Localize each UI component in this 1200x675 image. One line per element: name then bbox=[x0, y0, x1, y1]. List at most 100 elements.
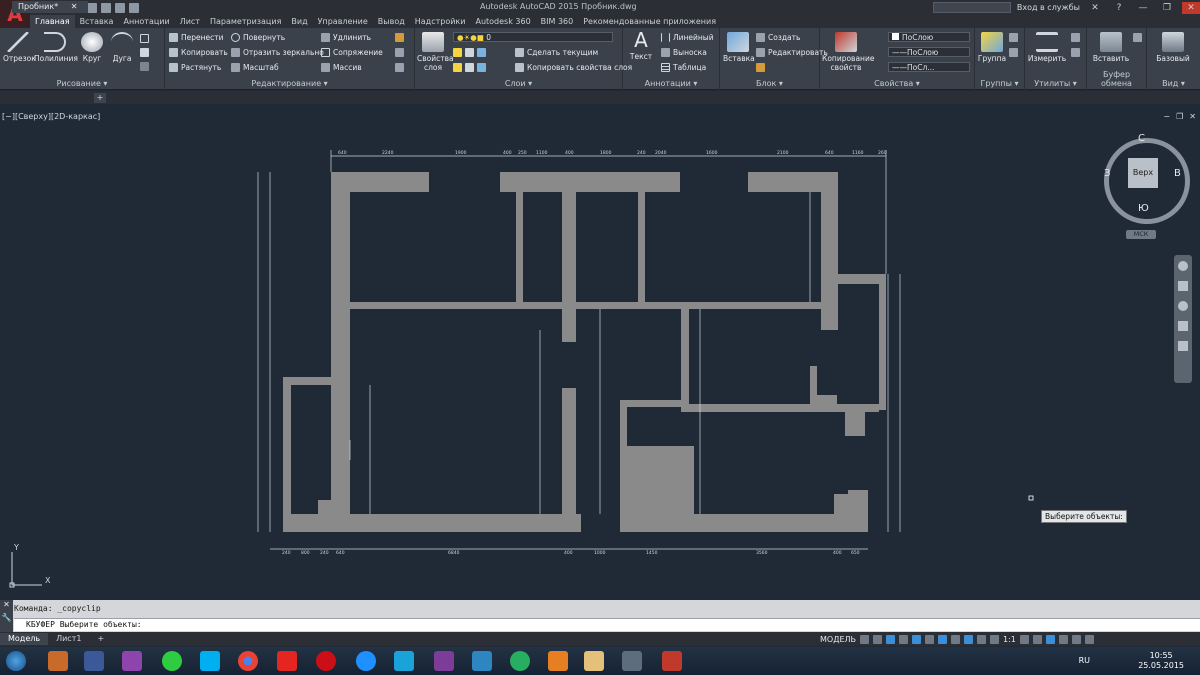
tab-6[interactable]: Управление bbox=[313, 15, 373, 28]
arc-button[interactable]: Дуга bbox=[108, 32, 136, 63]
create-block-button[interactable]: Создать bbox=[756, 33, 800, 42]
help-search-input[interactable] bbox=[932, 2, 1011, 13]
system-clock[interactable]: 10:55 25.05.2015 bbox=[1138, 651, 1184, 671]
copy-clip-icon[interactable] bbox=[1133, 33, 1142, 42]
language-indicator[interactable]: RU bbox=[1079, 656, 1090, 665]
rotate-button[interactable]: Повернуть bbox=[231, 33, 285, 42]
copy-button[interactable]: Копировать bbox=[169, 48, 228, 57]
minimize-icon[interactable]: — bbox=[1134, 2, 1152, 14]
taskbar-yandex-icon[interactable] bbox=[277, 651, 297, 671]
layer-state-icons[interactable] bbox=[453, 48, 486, 57]
insert-block-button[interactable]: Вставка bbox=[723, 32, 755, 63]
match-properties-button[interactable]: Копирование свойств bbox=[822, 32, 874, 72]
text-button[interactable]: A Текст bbox=[626, 30, 656, 61]
help-icon[interactable]: ? bbox=[1110, 2, 1128, 14]
utilities-panel-label[interactable]: Утилиты ▾ bbox=[1025, 79, 1086, 88]
lineweight-icon[interactable] bbox=[951, 634, 961, 644]
taskbar-window-icon[interactable] bbox=[622, 651, 642, 671]
tab-2[interactable]: Аннотации bbox=[118, 15, 174, 28]
boundary-icon[interactable] bbox=[140, 62, 149, 71]
layers-panel-label[interactable]: Слои ▾ bbox=[415, 79, 622, 88]
tab-layout1[interactable]: Лист1 bbox=[48, 633, 89, 645]
taskbar-autocad-icon[interactable] bbox=[662, 651, 682, 671]
ortho-icon[interactable] bbox=[886, 634, 896, 644]
polar-icon[interactable] bbox=[899, 634, 909, 644]
view-panel-label[interactable]: Вид ▾ bbox=[1147, 79, 1200, 88]
showmotion-icon[interactable] bbox=[1178, 341, 1188, 351]
new-tab-button[interactable]: + bbox=[94, 93, 106, 103]
layer-tools-icons[interactable] bbox=[453, 63, 486, 72]
array-button[interactable]: Массив bbox=[321, 63, 362, 72]
ungroup-icon[interactable] bbox=[1009, 33, 1018, 42]
tab-model[interactable]: Модель bbox=[0, 633, 49, 645]
block-attributes-icon[interactable] bbox=[756, 63, 765, 72]
restore-icon[interactable]: ❐ bbox=[1158, 2, 1176, 14]
steering-wheel-icon[interactable] bbox=[1178, 261, 1188, 271]
redo-icon[interactable] bbox=[115, 2, 125, 13]
taskbar-vs-icon[interactable] bbox=[434, 651, 454, 671]
measure-button[interactable]: Измерить bbox=[1027, 32, 1067, 63]
stretch-button[interactable]: Растянуть bbox=[169, 63, 221, 72]
command-line-input[interactable]: КБУФЕР Выберите объекты: bbox=[14, 618, 1200, 631]
workspace-gear-icon[interactable] bbox=[1019, 634, 1029, 644]
tab-7[interactable]: Вывод bbox=[373, 15, 410, 28]
tab-4[interactable]: Параметризация bbox=[205, 15, 286, 28]
scale-button[interactable]: Масштаб bbox=[231, 63, 279, 72]
move-button[interactable]: Перенести bbox=[169, 33, 224, 42]
base-view-button[interactable]: Базовый bbox=[1151, 32, 1195, 63]
paste-button[interactable]: Вставить bbox=[1091, 32, 1131, 63]
close-icon[interactable]: ✕ bbox=[1182, 1, 1200, 14]
taskbar-drive-icon[interactable] bbox=[472, 651, 492, 671]
draw-panel-label[interactable]: Рисование ▾ bbox=[0, 79, 164, 88]
osnap-icon[interactable] bbox=[912, 634, 922, 644]
signin-link[interactable]: Вход в службы bbox=[1017, 3, 1080, 12]
clipboard-panel-label[interactable]: Буфер обмена bbox=[1087, 70, 1146, 88]
command-close-icon[interactable]: ✕ bbox=[0, 600, 13, 609]
table-button[interactable]: Таблица bbox=[661, 63, 706, 72]
grid-icon[interactable] bbox=[860, 634, 870, 644]
mirror-button[interactable]: Отразить зеркально bbox=[231, 48, 324, 57]
hardware-acceleration-icon[interactable] bbox=[1058, 634, 1068, 644]
start-button-icon[interactable] bbox=[6, 651, 26, 671]
make-current-button[interactable]: Сделать текущим bbox=[515, 48, 598, 57]
trim-button[interactable]: Удлинить bbox=[321, 33, 371, 42]
customize-status-icon[interactable] bbox=[1084, 634, 1094, 644]
viewcube-east[interactable]: В bbox=[1174, 168, 1181, 179]
modify-panel-label[interactable]: Редактирование ▾ bbox=[165, 79, 414, 88]
fillet-button[interactable]: Сопряжение bbox=[321, 48, 383, 57]
taskbar-app-icon[interactable] bbox=[48, 651, 68, 671]
block-panel-label[interactable]: Блок ▾ bbox=[720, 79, 819, 88]
group-button[interactable]: Группа bbox=[977, 32, 1007, 63]
point-icon[interactable] bbox=[1071, 48, 1080, 57]
command-settings-icon[interactable]: 🔧 bbox=[0, 613, 13, 622]
exchange-icon[interactable]: ✕ bbox=[1086, 2, 1104, 14]
tab-8[interactable]: Надстройки bbox=[410, 15, 471, 28]
tab-9[interactable]: Autodesk 360 bbox=[470, 15, 535, 28]
layer-properties-button[interactable]: Свойства слоя bbox=[417, 32, 454, 72]
pan-icon[interactable] bbox=[1178, 281, 1188, 291]
rectangle-icon[interactable] bbox=[140, 34, 149, 43]
taskbar-explorer-icon[interactable] bbox=[584, 651, 604, 671]
customize-qat-icon[interactable] bbox=[129, 2, 139, 13]
color-dropdown[interactable]: ПоСлою bbox=[888, 32, 970, 42]
match-layer-button[interactable]: Копировать свойства слоя bbox=[515, 63, 632, 72]
orbit-icon[interactable] bbox=[1178, 321, 1188, 331]
undo-icon[interactable] bbox=[101, 2, 111, 13]
annotation-scale[interactable]: 1:1 bbox=[1003, 635, 1016, 644]
otrack-icon[interactable] bbox=[925, 634, 935, 644]
isolate-objects-icon[interactable] bbox=[1045, 634, 1055, 644]
annotation-monitor-icon[interactable] bbox=[1032, 634, 1042, 644]
add-layout-button[interactable]: + bbox=[89, 633, 112, 645]
hatch-icon[interactable] bbox=[140, 48, 149, 57]
tab-3[interactable]: Лист bbox=[175, 15, 205, 28]
layer-dropdown[interactable]: ●☀●■ 0 bbox=[453, 32, 613, 42]
tab-0[interactable]: Главная bbox=[30, 15, 75, 28]
taskbar-media-icon[interactable] bbox=[510, 651, 530, 671]
taskbar-player-icon[interactable] bbox=[548, 651, 568, 671]
dyn-ucs-icon[interactable] bbox=[938, 634, 948, 644]
tab-5[interactable]: Вид bbox=[286, 15, 312, 28]
polyline-button[interactable]: Полилиния bbox=[34, 32, 78, 63]
circle-button[interactable]: Круг bbox=[78, 32, 106, 63]
viewcube-west[interactable]: З bbox=[1104, 168, 1110, 179]
ucs-menu[interactable]: МСК bbox=[1126, 230, 1156, 239]
